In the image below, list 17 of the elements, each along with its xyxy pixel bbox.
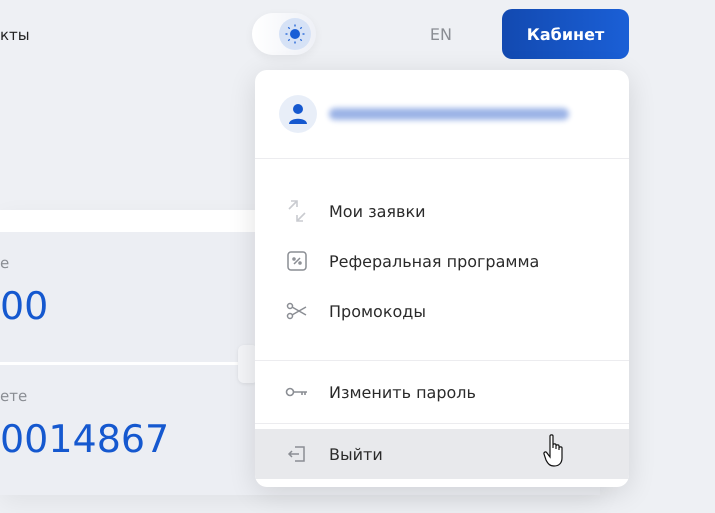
menu-item[interactable]: Мои заявки xyxy=(255,186,629,236)
theme-toggle[interactable] xyxy=(252,13,316,55)
nav-link[interactable]: кты xyxy=(0,24,30,44)
menu-item[interactable]: Изменить пароль xyxy=(255,367,629,417)
percent-icon xyxy=(286,250,308,272)
sun-icon xyxy=(284,23,306,45)
menu-item[interactable]: Промокоды xyxy=(255,286,629,336)
cabinet-button[interactable]: Кабинет xyxy=(502,9,629,59)
menu-item[interactable]: Выйти xyxy=(255,429,629,479)
field-label: ете xyxy=(0,387,28,405)
field-value: 0014867 xyxy=(0,417,170,461)
key-icon xyxy=(285,386,309,398)
field-value: 00 xyxy=(0,284,48,328)
field-label: е xyxy=(0,254,10,272)
scissors-icon xyxy=(286,301,308,321)
menu-item[interactable]: Реферальная программа xyxy=(255,236,629,286)
avatar-icon xyxy=(279,95,317,133)
